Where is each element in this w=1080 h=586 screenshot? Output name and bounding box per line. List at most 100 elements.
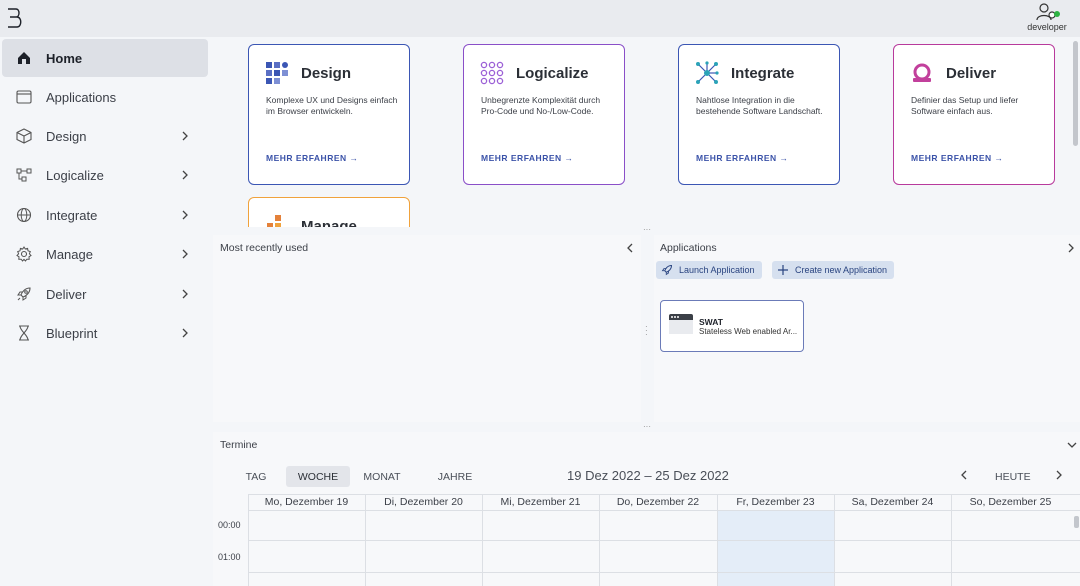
learn-more-link[interactable]: MEHR ERFAHREN → [911, 153, 1004, 163]
week-grid: Mo, Dezember 19 Di, Dezember 20 Mi, Deze… [213, 494, 1080, 586]
chevron-right-icon [182, 131, 188, 141]
day-header-thu[interactable]: Do, Dezember 22 [599, 494, 717, 510]
grid-divider [248, 510, 1080, 511]
sidebar-item-label: Integrate [46, 207, 98, 223]
hourglass-icon [16, 325, 32, 341]
sidebar-item-label: Deliver [46, 286, 87, 302]
application-description: Stateless Web enabled Ar... [699, 327, 798, 336]
sidebar-item-manage[interactable]: Manage [2, 235, 208, 273]
gear-icon [16, 246, 32, 262]
learn-more-link[interactable]: MEHR ERFAHREN → [481, 153, 574, 163]
day-header-wed[interactable]: Mi, Dezember 21 [482, 494, 599, 510]
chevron-down-icon[interactable] [1066, 440, 1078, 450]
sidebar-item-blueprint[interactable]: Blueprint [2, 314, 208, 352]
day-header-sun[interactable]: So, Dezember 25 [951, 494, 1070, 510]
app-logo-icon[interactable] [6, 8, 24, 28]
status-dot [1054, 11, 1060, 17]
dot-grid-icon [480, 61, 504, 85]
expand-right-icon[interactable] [1066, 242, 1076, 254]
sidebar-item-label: Design [46, 128, 87, 144]
horizontal-splitter-handle[interactable]: ··· [643, 423, 651, 431]
card-integrate[interactable]: Integrate Nahtlose Integration in die be… [678, 44, 840, 185]
hour-label: 00:00 [218, 520, 241, 530]
card-title: Manage [301, 217, 357, 228]
sidebar-item-label: Logicalize [46, 167, 104, 183]
day-header-mon[interactable]: Mo, Dezember 19 [248, 494, 365, 510]
day-header-sat[interactable]: Sa, Dezember 24 [834, 494, 951, 510]
user-menu[interactable]: developer [1022, 3, 1072, 32]
top-bar: developer [0, 0, 1080, 37]
card-title: Deliver [946, 64, 997, 82]
calendar-title: Termine [220, 439, 258, 451]
sidebar-item-integrate[interactable]: Integrate [2, 196, 208, 234]
sidebar-item-label: Applications [46, 89, 117, 105]
chevron-right-icon [182, 328, 188, 338]
learn-more-link[interactable]: MEHR ERFAHREN → [266, 153, 359, 163]
rocket-icon [16, 286, 32, 302]
today-column-highlight [717, 510, 834, 586]
collapse-left-icon[interactable] [625, 242, 635, 254]
sidebar-item-deliver[interactable]: Deliver [2, 275, 208, 313]
feature-cards: Design Komplexe UX und Designs einfach i… [212, 37, 1080, 227]
learn-more-link[interactable]: MEHR ERFAHREN → [696, 153, 789, 163]
card-title: Logicalize [516, 64, 589, 82]
sidebar-item-logicalize[interactable]: Logicalize [2, 156, 208, 194]
bars-icon [267, 215, 281, 227]
calendar-panel: Termine TAG WOCHE MONAT JAHRE 19 Dez 202… [213, 432, 1080, 586]
grid-divider [248, 540, 1080, 541]
cube-icon [16, 128, 32, 144]
card-description: Nahtlose Integration in die bestehende S… [696, 95, 823, 116]
window-icon [16, 89, 32, 105]
previous-week-icon[interactable] [959, 469, 969, 481]
user-settings-icon [1036, 3, 1060, 21]
day-header-fri[interactable]: Fr, Dezember 23 [717, 494, 834, 510]
button-label: Launch Application [679, 265, 755, 275]
user-name: developer [1027, 22, 1067, 32]
create-application-button[interactable]: Create new Application [772, 261, 895, 279]
main-content: Design Komplexe UX und Designs einfach i… [212, 37, 1080, 586]
chevron-right-icon [182, 289, 188, 299]
sidebar: Home Applications Design Logicalize Inte… [0, 37, 212, 586]
home-icon [16, 50, 32, 66]
card-design[interactable]: Design Komplexe UX und Designs einfach i… [248, 44, 410, 185]
applications-panel: Applications Launch Application Create n… [654, 235, 1080, 422]
panel-title: Most recently used [220, 242, 309, 254]
sidebar-item-design[interactable]: Design [2, 117, 208, 155]
rocket-icon [661, 265, 672, 276]
sidebar-item-label: Blueprint [46, 325, 98, 341]
application-name: SWAT [699, 317, 723, 327]
browser-window-icon [669, 314, 693, 334]
grid-divider [248, 572, 1080, 573]
view-year-button[interactable]: JAHRE [431, 466, 479, 487]
card-title: Design [301, 64, 352, 82]
sidebar-item-home[interactable]: Home [2, 39, 208, 77]
view-month-button[interactable]: MONAT [358, 466, 406, 487]
flow-icon [16, 167, 32, 183]
launch-application-button[interactable]: Launch Application [656, 261, 762, 279]
network-icon [696, 61, 719, 84]
chevron-right-icon [182, 170, 188, 180]
view-day-button[interactable]: TAG [240, 466, 272, 487]
cards-scrollbar[interactable] [1073, 41, 1078, 146]
card-manage[interactable]: Manage [248, 197, 410, 227]
calendar-scrollbar[interactable] [1074, 516, 1079, 528]
day-header-tue[interactable]: Di, Dezember 20 [365, 494, 482, 510]
globe-icon [16, 207, 32, 223]
button-label: Create new Application [795, 265, 888, 275]
vertical-splitter-handle[interactable]: · · · [645, 323, 648, 339]
card-logicalize[interactable]: Logicalize Unbegrenzte Komplexität durch… [463, 44, 625, 185]
card-description: Definier das Setup und liefer Software e… [911, 95, 1019, 116]
view-week-button[interactable]: WOCHE [286, 466, 350, 487]
plus-icon [778, 265, 788, 275]
date-range: 19 Dez 2022 – 25 Dez 2022 [567, 468, 729, 483]
hour-label: 01:00 [218, 552, 241, 562]
card-description: Unbegrenzte Komplexität durch Pro-Code u… [481, 95, 601, 116]
sidebar-item-applications[interactable]: Applications [2, 78, 208, 116]
card-deliver[interactable]: Deliver Definier das Setup und liefer So… [893, 44, 1055, 185]
application-tile-swat[interactable]: SWAT Stateless Web enabled Ar... [660, 300, 804, 352]
horizontal-splitter-handle[interactable]: ··· [643, 226, 651, 234]
next-week-icon[interactable] [1054, 469, 1064, 481]
today-button[interactable]: HEUTE [995, 471, 1031, 483]
grid-blocks-icon [266, 62, 288, 84]
chevron-right-icon [182, 210, 188, 220]
